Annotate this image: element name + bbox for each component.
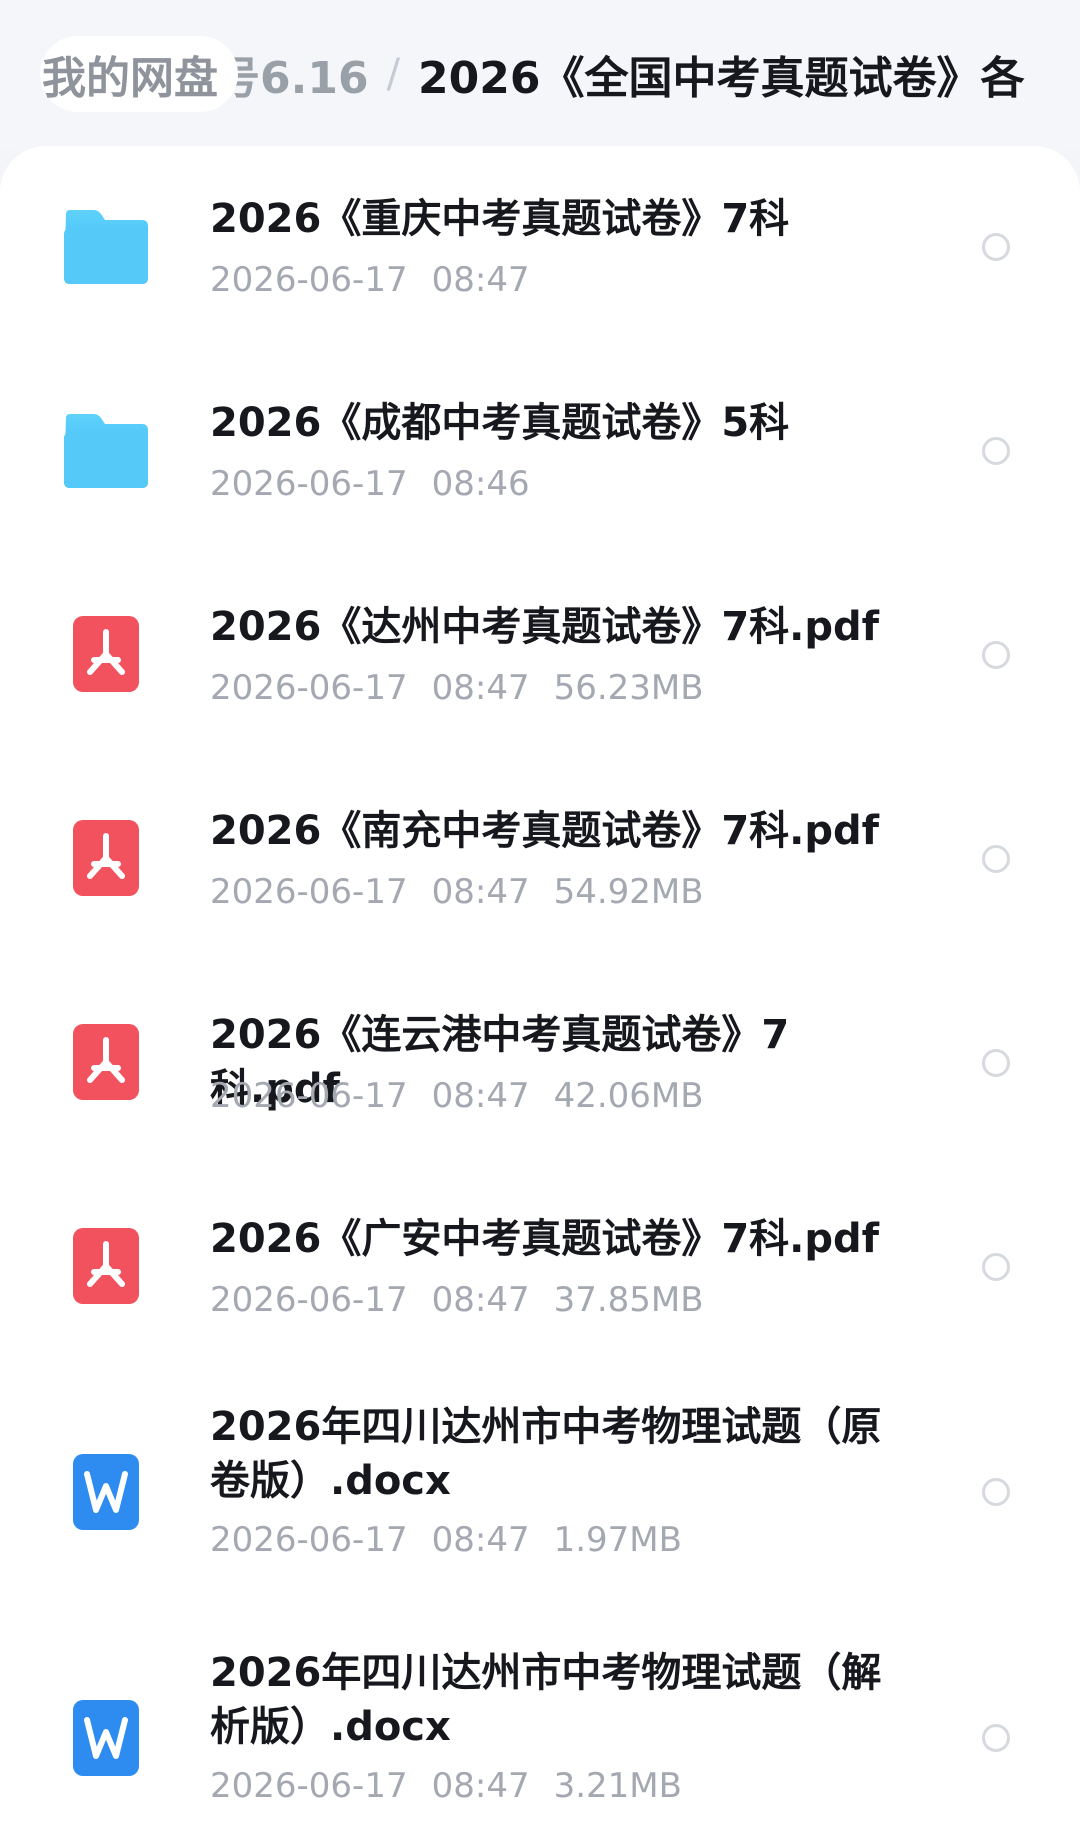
file-meta: 2026-06-17 08:47 1.97MB	[210, 1518, 682, 1562]
file-time: 08:47	[431, 1766, 530, 1806]
file-time: 08:47	[431, 260, 530, 300]
word-icon	[73, 1454, 139, 1530]
file-name: 2026《广安中考真题试卷》7科.pdf	[210, 1216, 880, 1262]
file-time: 08:47	[431, 668, 530, 708]
breadcrumb-home[interactable]: 我的网盘	[40, 36, 238, 112]
file-name: 2026《南充中考真题试卷》7科.pdf	[210, 808, 880, 854]
breadcrumb-current: 2026《全国中考真题试卷》各	[418, 53, 1025, 104]
file-size: 1.97MB	[553, 1520, 682, 1560]
file-time: 08:47	[431, 1280, 530, 1320]
word-icon	[73, 1700, 139, 1776]
file-list: 2026《重庆中考真题试卷》7科 2026-06-17 08:47 2026《成都…	[0, 146, 1080, 1846]
select-radio[interactable]	[982, 233, 1010, 261]
file-date: 2026-06-17	[210, 260, 408, 300]
pdf-icon	[73, 616, 139, 692]
file-meta: 2026-06-17 08:47 42.06MB	[210, 1074, 704, 1118]
pdf-icon	[73, 1228, 139, 1304]
select-radio[interactable]	[982, 1253, 1010, 1281]
file-date: 2026-06-17	[210, 872, 408, 912]
file-size: 3.21MB	[553, 1766, 682, 1806]
file-meta: 2026-06-17 08:47 37.85MB	[210, 1278, 704, 1322]
file-date: 2026-06-17	[210, 668, 408, 708]
pdf-icon	[73, 1024, 139, 1100]
file-name: 2026《达州中考真题试卷》7科.pdf	[210, 604, 880, 650]
select-radio[interactable]	[982, 845, 1010, 873]
file-date: 2026-06-17	[210, 1076, 408, 1116]
folder-icon	[64, 414, 148, 488]
file-date: 2026-06-17	[210, 1520, 408, 1560]
file-meta: 2026-06-17 08:47	[210, 258, 530, 302]
file-size: 42.06MB	[553, 1076, 704, 1116]
file-date: 2026-06-17	[210, 1280, 408, 1320]
file-meta: 2026-06-17 08:47 3.21MB	[210, 1764, 682, 1808]
file-time: 08:47	[431, 1520, 530, 1560]
file-time: 08:47	[431, 1076, 530, 1116]
breadcrumb: 我的网盘 号6.16 / 2026《全国中考真题试卷》各	[0, 0, 1080, 150]
select-radio[interactable]	[982, 1724, 1010, 1752]
select-radio[interactable]	[982, 1478, 1010, 1506]
file-time: 08:46	[431, 464, 530, 504]
file-name: 2026《成都中考真题试卷》5科	[210, 400, 790, 446]
file-meta: 2026-06-17 08:47 56.23MB	[210, 666, 704, 710]
file-name: 2026年四川达州市中考物理试题（解析版）.docx	[210, 1650, 882, 1750]
folder-icon	[64, 210, 148, 284]
file-size: 37.85MB	[553, 1280, 704, 1320]
select-radio[interactable]	[982, 1049, 1010, 1077]
file-time: 08:47	[431, 872, 530, 912]
file-name: 2026《重庆中考真题试卷》7科	[210, 196, 790, 242]
file-meta: 2026-06-17 08:46	[210, 462, 530, 506]
pdf-icon	[73, 820, 139, 896]
file-meta: 2026-06-17 08:47 54.92MB	[210, 870, 704, 914]
breadcrumb-parent[interactable]: 号6.16	[216, 42, 369, 106]
breadcrumb-row: 我的网盘 号6.16 / 2026《全国中考真题试卷》各	[40, 36, 1025, 112]
file-date: 2026-06-17	[210, 1766, 408, 1806]
file-name: 2026年四川达州市中考物理试题（原卷版）.docx	[210, 1404, 882, 1504]
breadcrumb-separator: /	[386, 51, 401, 97]
select-radio[interactable]	[982, 437, 1010, 465]
file-size: 56.23MB	[553, 668, 704, 708]
select-radio[interactable]	[982, 641, 1010, 669]
file-date: 2026-06-17	[210, 464, 408, 504]
file-size: 54.92MB	[553, 872, 704, 912]
